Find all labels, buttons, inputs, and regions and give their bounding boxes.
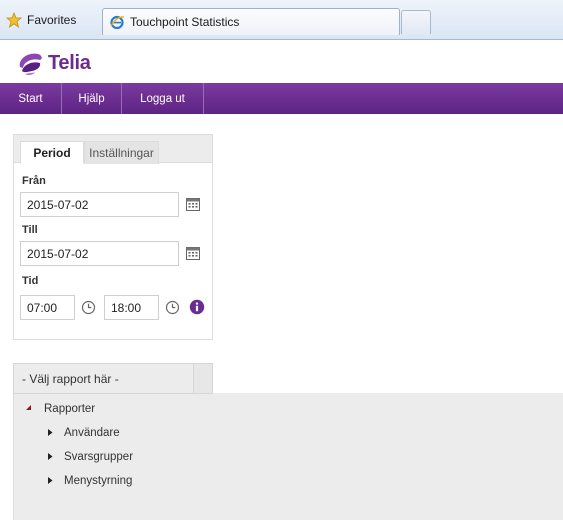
tree-item-menystyrning[interactable]: Menystyrning	[64, 474, 132, 488]
from-date-input[interactable]: 2015-07-02	[20, 192, 179, 217]
report-select-dropdown-button[interactable]	[193, 364, 212, 393]
favorites-label: Favorites	[27, 13, 77, 27]
nav-logout[interactable]: Logga ut	[122, 83, 204, 114]
tab-period[interactable]: Period	[20, 141, 84, 164]
to-label: Till	[22, 224, 38, 236]
info-icon[interactable]	[189, 299, 205, 315]
report-select[interactable]: - Välj rapport här -	[13, 363, 213, 394]
collapsed-arrow-icon[interactable]	[48, 477, 53, 484]
time-from-input[interactable]: 07:00	[20, 295, 75, 320]
period-panel: Period Inställningar Från 2015-07-02 Til…	[13, 134, 213, 340]
time-to-input[interactable]: 18:00	[104, 295, 159, 320]
tab-title: Touchpoint Statistics	[130, 15, 240, 29]
nav-help[interactable]: Hjälp	[62, 83, 122, 114]
tab-settings[interactable]: Inställningar	[84, 141, 159, 164]
telia-pebble-icon	[19, 53, 42, 76]
star-icon	[6, 12, 22, 28]
nav-start[interactable]: Start	[0, 83, 62, 114]
to-date-input[interactable]: 2015-07-02	[20, 241, 179, 266]
ie-icon	[110, 15, 125, 30]
logo-text: Telia	[48, 51, 91, 74]
telia-logo: Telia	[16, 48, 91, 78]
new-tab-button[interactable]	[401, 10, 431, 34]
clock-icon[interactable]	[165, 300, 180, 315]
favorites-button[interactable]: Favorites	[6, 9, 76, 31]
browser-tab[interactable]: Touchpoint Statistics	[102, 8, 400, 35]
from-label: Från	[22, 175, 46, 187]
tree-item-rapporter[interactable]: Rapporter	[44, 402, 95, 416]
browser-toolbar: Favorites Touchpoint Statistics	[0, 0, 563, 40]
expanded-arrow-icon[interactable]	[26, 405, 32, 411]
main-nav: Start Hjälp Logga ut	[0, 83, 563, 114]
calendar-icon[interactable]	[185, 245, 201, 261]
collapsed-arrow-icon[interactable]	[48, 429, 53, 436]
tree-item-svarsgrupper[interactable]: Svarsgrupper	[64, 450, 133, 464]
report-select-placeholder: - Välj rapport här -	[22, 371, 119, 386]
collapsed-arrow-icon[interactable]	[48, 453, 53, 460]
calendar-icon[interactable]	[185, 196, 201, 212]
panel-tabs: Period Inställningar	[14, 135, 212, 164]
time-label: Tid	[22, 275, 39, 287]
tree-item-anvandare[interactable]: Användare	[64, 426, 120, 440]
clock-icon[interactable]	[81, 300, 96, 315]
